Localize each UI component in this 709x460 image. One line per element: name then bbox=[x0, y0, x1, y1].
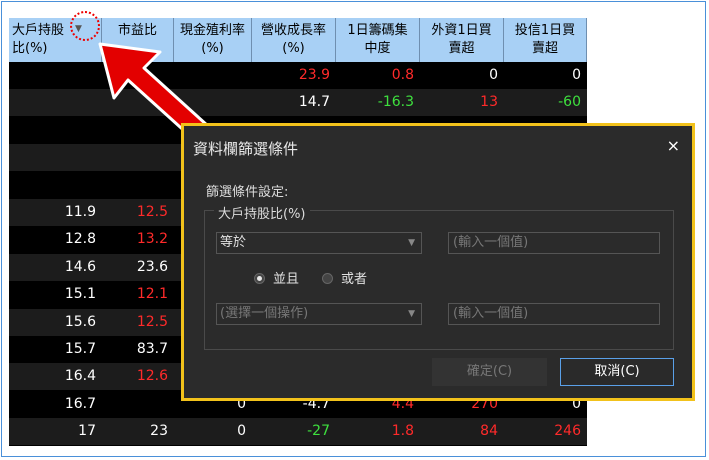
radio-and-label: 並且 bbox=[273, 272, 300, 287]
radio-or-label: 或者 bbox=[341, 272, 368, 287]
table-row[interactable]: 17 23 0 -27 1.8 84 246 bbox=[9, 418, 587, 446]
value-input-2[interactable]: (輸入一個值) bbox=[448, 303, 660, 325]
dialog-title: 資料欄篩選條件 bbox=[193, 140, 299, 158]
radio-selected-icon bbox=[254, 273, 265, 284]
radio-and[interactable]: 並且 bbox=[254, 272, 299, 288]
column-header-label: 投信1日買 賣超 bbox=[514, 23, 576, 56]
table-cell: 23.6 bbox=[136, 258, 168, 275]
table-cell: 0 bbox=[237, 423, 246, 440]
close-icon[interactable]: × bbox=[667, 136, 680, 155]
table-cell: 15.7 bbox=[64, 341, 96, 357]
column-header-label: 大戶持股 比(%) bbox=[12, 23, 65, 56]
table-cell: 14.7 bbox=[298, 94, 330, 111]
table-cell: 0 bbox=[572, 67, 581, 83]
table-cell: 12.8 bbox=[64, 231, 96, 248]
table-cell: 16.4 bbox=[64, 368, 96, 385]
table-cell: 0.8 bbox=[391, 67, 414, 83]
filter-dialog: 資料欄篩選條件 × 篩選條件設定: 大戶持股比(%) 等於 ▼ (輸入一個值) … bbox=[181, 123, 695, 401]
table-cell: 12.5 bbox=[136, 313, 168, 330]
table-cell: 83.7 bbox=[136, 341, 168, 357]
column-header[interactable]: 投信1日買 賣超 bbox=[504, 18, 587, 62]
cancel-button[interactable]: 取消(C) bbox=[560, 358, 674, 386]
column-header[interactable]: 1日籌碼集 中度 bbox=[336, 18, 420, 62]
column-header-label: 1日籌碼集 中度 bbox=[347, 23, 408, 56]
table-cell bbox=[102, 144, 174, 171]
operator-select-1-value: 等於 bbox=[220, 235, 247, 250]
filter-group-label: 大戶持股比(%) bbox=[214, 203, 310, 222]
table-cell: -16.3 bbox=[377, 94, 414, 111]
table-cell: 12.5 bbox=[136, 204, 168, 220]
filter-highlight-circle bbox=[70, 11, 100, 41]
filter-settings-label: 篩選條件設定: bbox=[206, 185, 289, 200]
table-cell: 1.8 bbox=[391, 423, 414, 440]
table-cell bbox=[9, 89, 102, 116]
table-cell: 13 bbox=[480, 94, 498, 111]
chevron-down-icon: ▼ bbox=[408, 238, 415, 248]
radio-or[interactable]: 或者 bbox=[322, 272, 367, 288]
table-cell: 0 bbox=[489, 67, 498, 83]
radio-unselected-icon bbox=[322, 273, 333, 284]
table-cell: 13.2 bbox=[136, 231, 168, 248]
table-cell: 12.1 bbox=[136, 286, 168, 303]
table-cell bbox=[9, 62, 102, 89]
table-cell: 11.9 bbox=[64, 204, 96, 220]
table-cell: 16.7 bbox=[64, 395, 96, 412]
column-header-label: 營收成長率 (%) bbox=[260, 23, 326, 56]
table-cell: 84 bbox=[480, 423, 498, 440]
table-cell bbox=[102, 391, 174, 418]
chevron-down-icon: ▼ bbox=[408, 309, 415, 319]
column-header-label: 外資1日買 賣超 bbox=[431, 23, 492, 56]
table-cell: 15.1 bbox=[64, 286, 96, 303]
column-header-label: 市益比 bbox=[117, 23, 157, 38]
operator-select-2-value: (選擇一個操作) bbox=[220, 306, 309, 321]
table-cell: 23 bbox=[150, 423, 168, 440]
table-cell: 12.6 bbox=[136, 368, 168, 385]
value-input-1[interactable]: (輸入一個值) bbox=[448, 232, 660, 254]
table-cell: -27 bbox=[307, 423, 330, 440]
operator-select-1[interactable]: 等於 ▼ bbox=[216, 232, 422, 254]
operator-select-2[interactable]: (選擇一個操作) ▼ bbox=[216, 303, 422, 325]
confirm-button[interactable]: 確定(C) bbox=[432, 358, 547, 386]
table-cell bbox=[9, 172, 102, 199]
table-cell bbox=[102, 172, 174, 199]
table-cell: 246 bbox=[554, 423, 581, 440]
table-cell bbox=[9, 117, 102, 144]
column-header[interactable]: 營收成長率 (%) bbox=[252, 18, 336, 62]
table-cell: 15.6 bbox=[64, 313, 96, 330]
table-cell: -60 bbox=[558, 94, 581, 111]
column-header[interactable]: 外資1日買 賣超 bbox=[420, 18, 504, 62]
table-cell: 17 bbox=[78, 423, 96, 440]
table-cell: 23.9 bbox=[298, 67, 330, 83]
table-cell: 14.6 bbox=[64, 258, 96, 275]
table-cell bbox=[9, 144, 102, 171]
